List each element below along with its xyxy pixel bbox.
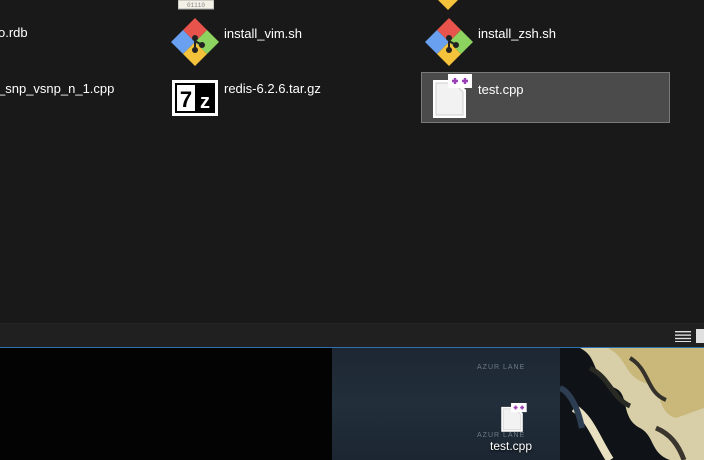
git-icon-partial <box>438 0 458 10</box>
file-item-rdb[interactable]: o.rdb <box>0 25 28 40</box>
wallpaper-dark-region <box>0 348 332 460</box>
file-item-test-cpp[interactable]: test.cpp <box>428 74 668 120</box>
cpp-file-icon <box>433 74 472 118</box>
anime-character-artwork <box>558 348 704 460</box>
file-item-install-zsh[interactable]: install_zsh.sh <box>424 17 624 66</box>
file-item-cpp-partial[interactable]: _snp_vsnp_n_1.cpp <box>0 81 114 96</box>
file-name: install_vim.sh <box>224 26 303 41</box>
large-icons-view-icon[interactable] <box>696 329 704 343</box>
desktop-icon-test-cpp[interactable]: test.cpp <box>484 402 540 458</box>
git-bash-icon <box>425 18 473 66</box>
svg-text:01110: 01110 <box>187 2 205 9</box>
file-icon-partial: 01110 <box>178 0 214 10</box>
file-item-install-vim[interactable]: install_vim.sh <box>170 17 350 66</box>
file-item-redis[interactable]: 7 z redis-6.2.6.tar.gz <box>172 78 352 118</box>
git-bash-icon <box>171 18 219 66</box>
details-view-icon[interactable] <box>675 330 691 342</box>
status-bar <box>0 323 704 348</box>
7zip-archive-icon: 7 z <box>172 80 218 116</box>
svg-text:7: 7 <box>180 87 192 112</box>
file-name: redis-6.2.6.tar.gz <box>224 81 321 96</box>
wallpaper-text: AZUR LANE <box>477 364 526 371</box>
desktop-icon-label: test.cpp <box>489 439 533 453</box>
file-explorer-pane: 01110 o.rdb install_vim.sh install_zsh.s… <box>0 0 704 323</box>
wallpaper-middle-region: AZUR LANE AZUR LANE <box>332 348 582 460</box>
file-name: _snp_vsnp_n_1.cpp <box>0 81 115 96</box>
file-name: install_zsh.sh <box>478 26 557 41</box>
cpp-file-icon <box>501 403 527 432</box>
file-name: o.rdb <box>0 25 28 40</box>
desktop: AZUR LANE AZUR LANE test.cpp <box>0 348 704 460</box>
svg-text:z: z <box>200 91 210 113</box>
wallpaper-anime-art <box>558 348 704 460</box>
file-name: test.cpp <box>478 82 524 97</box>
